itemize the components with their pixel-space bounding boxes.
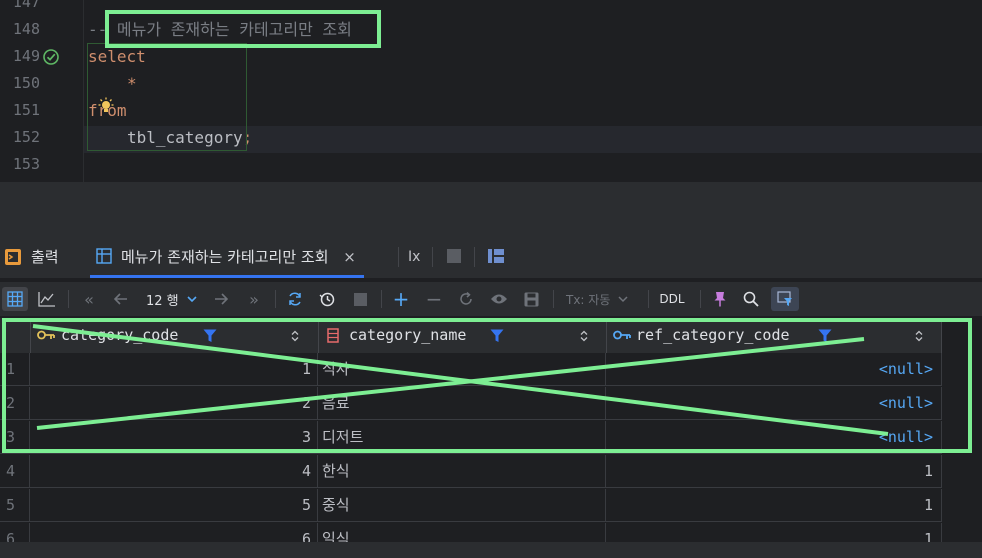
sql-editor[interactable]: 147 148 149 150 151 152 153 -- 메뉴가 존재하는 …: [0, 0, 982, 182]
delete-row-icon[interactable]: −: [423, 287, 445, 311]
rows-highlight-box: [2, 318, 972, 453]
row-number: 5: [0, 489, 30, 522]
row-number: 4: [0, 455, 30, 488]
pin-icon: [714, 292, 726, 307]
run-success-check-icon[interactable]: [42, 48, 60, 66]
prev-page-icon[interactable]: [110, 287, 132, 311]
table-icon: [96, 248, 112, 264]
cell-ref-category-code[interactable]: 1: [607, 523, 942, 542]
tab-query-result[interactable]: 메뉴가 존재하는 카테고리만 조회 ×: [90, 238, 364, 278]
tx-mode-label: Tx: 자동: [566, 292, 611, 307]
result-tab-bar: 출력 메뉴가 존재하는 카테고리만 조회 × Ix: [0, 238, 982, 278]
filter-toggle-button[interactable]: [771, 287, 799, 311]
line-number: 148: [12, 20, 40, 38]
first-page-icon[interactable]: «: [78, 287, 100, 311]
line-number: 153: [12, 155, 40, 173]
table-row[interactable]: 6 6 일식 1: [0, 523, 942, 542]
output-icon: [5, 249, 21, 265]
line-number: 151: [12, 101, 40, 119]
refresh-button[interactable]: [284, 287, 306, 311]
toolbar-separator: [700, 290, 701, 308]
last-page-icon[interactable]: »: [243, 287, 265, 311]
chart-view-button[interactable]: [34, 287, 60, 311]
tab-separator: [398, 247, 399, 267]
cell-category-code[interactable]: 5: [31, 489, 318, 522]
revert-icon: [460, 291, 472, 305]
history-icon: [319, 292, 335, 307]
toolbar-separator: [275, 290, 276, 308]
cell-category-code[interactable]: 4: [31, 455, 318, 488]
horizontal-scrollbar[interactable]: [0, 542, 982, 558]
statement-selection-box: [87, 43, 247, 151]
editor-panel-gap: [0, 182, 982, 238]
table-view-button[interactable]: [2, 287, 28, 311]
table-row[interactable]: 4 4 한식 1: [0, 455, 942, 488]
add-row-icon[interactable]: +: [390, 287, 412, 311]
toolbar-separator: [68, 290, 69, 308]
filter-icon: [777, 291, 792, 306]
chart-icon: [38, 292, 55, 307]
table-row[interactable]: 5 5 중식 1: [0, 489, 942, 522]
toolbar-separator: [648, 290, 649, 308]
row-count-dropdown[interactable]: 12 행: [140, 287, 206, 311]
ddl-button[interactable]: DDL: [654, 287, 690, 311]
row-number: 6: [0, 523, 30, 542]
result-toolbar: « 12 행 » + − Tx: 자동 DDL: [0, 282, 982, 316]
save-icon: [524, 292, 538, 306]
line-number: 150: [12, 74, 40, 92]
line-number: 149: [12, 47, 40, 65]
preview-button[interactable]: [487, 287, 511, 311]
toolbar-separator: [381, 290, 382, 308]
next-page-icon[interactable]: [210, 287, 232, 311]
comment-highlight-box: [105, 10, 381, 48]
ix-tab[interactable]: Ix: [408, 238, 420, 278]
cell-category-name[interactable]: 중식: [319, 489, 606, 522]
tab-separator: [474, 247, 475, 267]
tab-result-label: 메뉴가 존재하는 카테고리만 조회: [121, 248, 329, 266]
line-number: 152: [12, 128, 40, 146]
tab-close-icon[interactable]: ×: [343, 238, 356, 276]
tx-mode-dropdown[interactable]: Tx: 자동: [562, 287, 640, 311]
refresh-icon: [289, 292, 301, 306]
layout-icon[interactable]: [488, 249, 504, 263]
cell-category-code[interactable]: 6: [31, 523, 318, 542]
stop-icon[interactable]: [447, 249, 461, 263]
cell-ref-category-code[interactable]: 1: [607, 455, 942, 488]
eye-icon: [491, 294, 507, 304]
revert-button[interactable]: [455, 287, 477, 311]
stop-icon: [353, 292, 367, 306]
cell-ref-category-code[interactable]: 1: [607, 489, 942, 522]
history-button[interactable]: [316, 287, 338, 311]
tab-separator: [432, 247, 433, 267]
pin-button[interactable]: [709, 287, 731, 311]
cancel-query-button[interactable]: [350, 287, 370, 311]
cell-category-name[interactable]: 한식: [319, 455, 606, 488]
submit-button[interactable]: [520, 287, 542, 311]
gutter-separator: [83, 0, 84, 182]
row-count-label: 12 행: [146, 293, 179, 309]
chevron-down-icon: [618, 295, 628, 302]
search-button[interactable]: [740, 287, 762, 311]
toolbar-separator: [553, 290, 554, 308]
line-number: 147: [12, 0, 40, 11]
grid-icon: [7, 291, 23, 307]
chevron-down-icon: [187, 295, 197, 302]
tab-output-label: 출력: [31, 248, 59, 266]
search-icon: [743, 291, 759, 307]
cell-category-name[interactable]: 일식: [319, 523, 606, 542]
